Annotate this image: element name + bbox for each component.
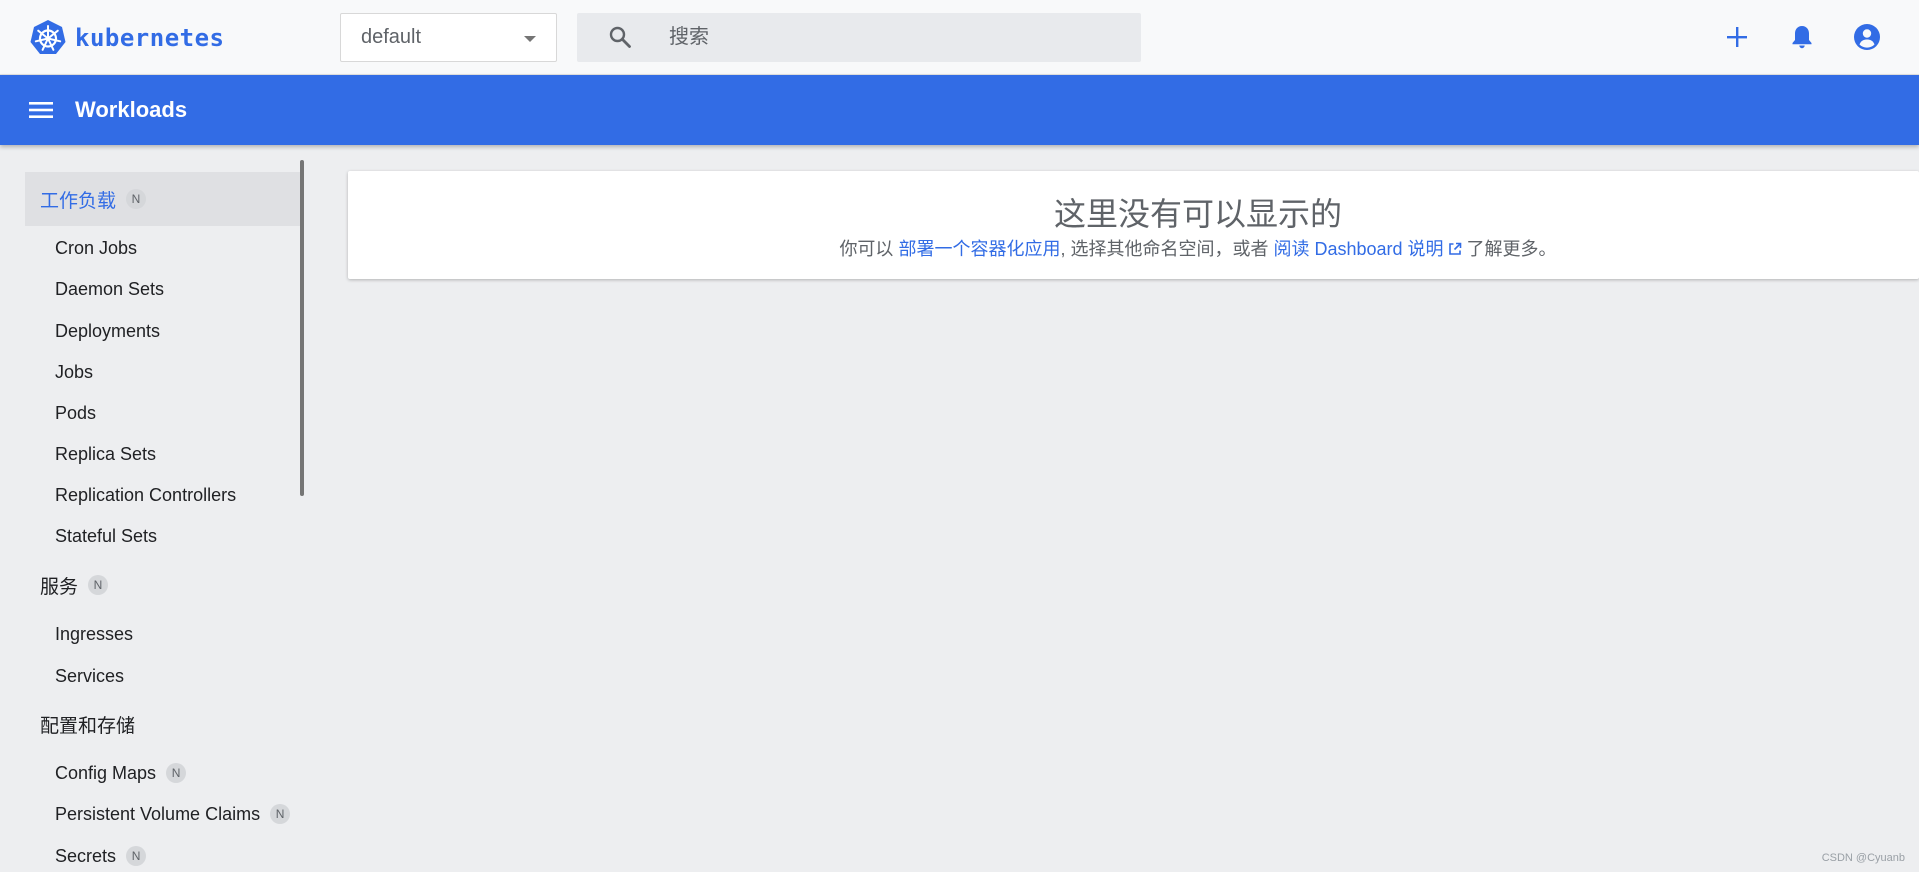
account-circle-icon (1854, 24, 1880, 50)
sidebar-item-stateful-sets[interactable]: Stateful Sets (55, 523, 157, 549)
namespace-select[interactable]: default (340, 13, 557, 62)
empty-state-prefix: 你可以 (839, 239, 899, 259)
hamburger-menu-icon[interactable] (28, 97, 54, 123)
sidebar-item-secrets[interactable]: Secrets N (55, 843, 147, 869)
sidebar-section-config-storage[interactable]: 配置和存储 (25, 697, 301, 751)
sidebar-scrollbar[interactable] (300, 160, 304, 496)
sidebar-item-services[interactable]: Services (55, 663, 124, 689)
logo-text: kubernetes (75, 24, 225, 52)
search-icon (609, 26, 631, 48)
create-button[interactable] (1722, 22, 1752, 52)
empty-state-description: 你可以 部署一个容器化应用, 选择其他命名空间，或者 阅读 Dashboard … (348, 235, 1919, 261)
sidebar-item-replication-controllers[interactable]: Replication Controllers (55, 482, 236, 508)
sidebar-item-replica-sets[interactable]: Replica Sets (55, 441, 156, 467)
empty-state-title: 这里没有可以显示的 (1053, 196, 1342, 232)
notifications-button[interactable] (1787, 22, 1817, 52)
sidebar-item-ingresses[interactable]: Ingresses (55, 621, 133, 647)
dashboard-docs-link[interactable]: 阅读 Dashboard 说明 (1273, 239, 1461, 259)
sidebar-section-workloads[interactable]: 工作负载 N (25, 172, 301, 226)
namespaced-badge: N (126, 189, 147, 209)
sidebar-item-label: Persistent Volume Claims (55, 803, 261, 824)
namespaced-badge: N (270, 804, 291, 824)
kubernetes-logo[interactable]: kubernetes (29, 19, 225, 57)
kubernetes-helm-icon (30, 20, 66, 54)
deploy-app-link[interactable]: 部署一个容器化应用 (898, 239, 1060, 259)
dropdown-caret-icon (524, 36, 536, 42)
sidebar-item-daemon-sets[interactable]: Daemon Sets (55, 276, 164, 302)
watermark: CSDN @Cyuanb (1821, 852, 1905, 864)
namespace-selected-value: default (361, 26, 422, 48)
plus-icon (1727, 27, 1747, 47)
search-bar (577, 13, 1141, 62)
sidebar-section-label: 服务 (40, 576, 79, 598)
sidebar-item-cron-jobs[interactable]: Cron Jobs (55, 235, 137, 261)
sidebar-section-label: 配置和存储 (40, 715, 136, 737)
top-toolbar: kubernetes default (0, 0, 1919, 75)
title-bar: Workloads (0, 75, 1919, 145)
sidebar-item-jobs[interactable]: Jobs (55, 359, 93, 385)
sidebar-item-persistent-volume-claims[interactable]: Persistent Volume Claims N (55, 801, 291, 827)
bell-icon (1792, 26, 1812, 49)
sidebar-section-services[interactable]: 服务 N (25, 558, 301, 612)
empty-state-middle: , 选择其他命名空间，或者 (1060, 239, 1274, 259)
open-in-new-icon (1448, 242, 1461, 255)
account-button[interactable] (1852, 22, 1882, 52)
empty-state-card: 这里没有可以显示的 你可以 部署一个容器化应用, 选择其他命名空间，或者 阅读 … (348, 171, 1919, 279)
namespaced-badge: N (88, 575, 109, 595)
namespaced-badge: N (166, 763, 187, 783)
sidebar-item-label: Config Maps (55, 762, 157, 783)
sidebar-item-deployments[interactable]: Deployments (55, 318, 160, 344)
search-input[interactable] (667, 13, 1107, 62)
sidebar-item-label: Secrets (55, 845, 117, 866)
sidebar-section-label: 工作负载 (40, 190, 117, 212)
page-title: Workloads (75, 97, 188, 122)
sidebar-item-config-maps[interactable]: Config Maps N (55, 760, 187, 786)
empty-state-suffix: 了解更多。 (1461, 239, 1557, 259)
namespaced-badge: N (126, 846, 147, 866)
sidebar-nav: 工作负载 N Cron Jobs Daemon Sets Deployments… (0, 145, 302, 872)
dashboard-docs-link-label: 阅读 Dashboard 说明 (1273, 239, 1444, 259)
sidebar-item-pods[interactable]: Pods (55, 400, 96, 426)
